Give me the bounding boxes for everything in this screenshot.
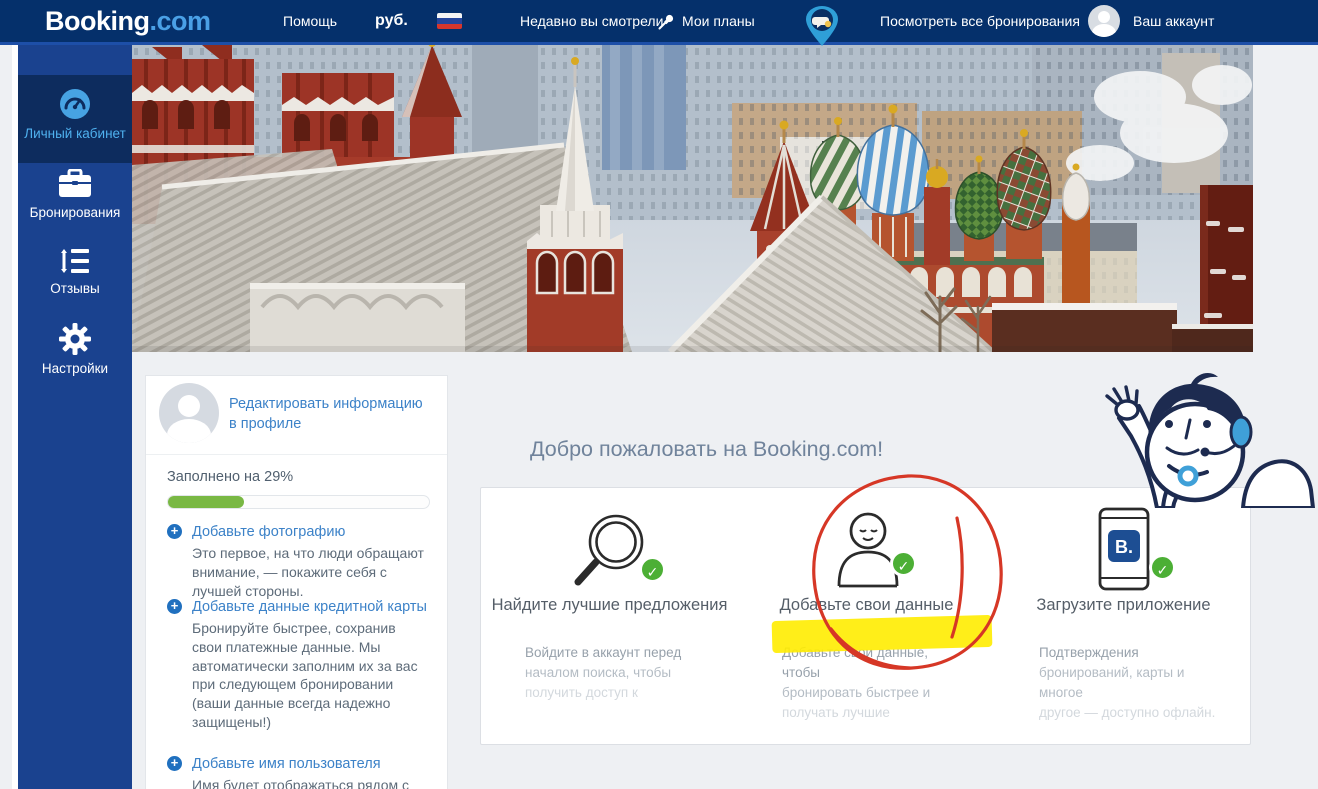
check-badge-icon: ✓ (1149, 554, 1176, 581)
checklist-item-photo: + Добавьте фотографию Это первое, на что… (167, 523, 429, 600)
sidebar-item-label: Личный кабинет (18, 126, 132, 142)
plus-icon: + (167, 599, 182, 614)
welcome-column-description: Войдите в аккаунт перед началом поиска, … (525, 643, 710, 703)
sidebar-item-dashboard[interactable]: Личный кабинет (18, 75, 132, 163)
checklist-item-description: Имя будет отображаться рядом с (192, 776, 429, 789)
nav-help-link[interactable]: Помощь (283, 0, 337, 42)
sidebar-item-bookings[interactable]: Бронирования (18, 169, 132, 221)
support-mascot-character (1105, 360, 1317, 508)
check-badge-icon: ✓ (639, 556, 666, 583)
left-sidebar: Личный кабинет Бронирования Отзывы (18, 45, 132, 789)
sidebar-item-label: Настройки (18, 361, 132, 377)
nav-account-label: Ваш аккаунт (1133, 13, 1214, 29)
nav-my-plans[interactable]: Мои планы (658, 0, 755, 42)
messages-pin-icon[interactable] (803, 5, 841, 52)
nav-recently-viewed[interactable]: Недавно вы смотрели (520, 0, 663, 42)
phone-app-icon: B. (995, 504, 1252, 599)
plus-icon: + (167, 524, 182, 539)
checklist-item-title[interactable]: Добавьте фотографию (192, 523, 429, 541)
dashboard-gauge-icon (59, 88, 91, 120)
app-badge-letter: B. (1115, 537, 1133, 557)
checklist-item-description: Это первое, на что люди обращают внимани… (192, 544, 429, 600)
gear-icon (59, 323, 91, 355)
check-badge-icon: ✓ (890, 550, 917, 577)
top-navbar: Booking.com Помощь руб. Недавно вы смотр… (0, 0, 1318, 45)
logo-text-com: .com (150, 6, 211, 37)
checklist-item-title[interactable]: Добавьте имя пользователя (192, 755, 429, 773)
completeness-label: Заполнено на 29% (167, 469, 293, 485)
welcome-heading: Добро пожаловать на Booking.com! (530, 437, 883, 462)
welcome-column-title[interactable]: Загрузите приложение (995, 596, 1252, 615)
sidebar-item-label: Бронирования (18, 205, 132, 221)
booking-logo[interactable]: Booking.com (45, 0, 211, 42)
pushpin-icon (658, 13, 675, 30)
nav-account[interactable]: Ваш аккаунт (1088, 0, 1214, 42)
completeness-progress-bar (167, 495, 430, 509)
reviews-list-icon (59, 247, 91, 275)
magnifier-icon (481, 504, 738, 599)
sidebar-item-reviews[interactable]: Отзывы (18, 247, 132, 297)
sidebar-item-label: Отзывы (18, 281, 132, 297)
welcome-column-description: Подтверждения бронирований, карты и мног… (1039, 643, 1224, 723)
nav-view-all-bookings[interactable]: Посмотреть все бронирования (880, 0, 1080, 42)
plus-icon: + (167, 756, 182, 771)
welcome-column-description: Добавьте свои данные, чтобы бронировать … (782, 643, 967, 723)
completeness-progress-fill (168, 496, 244, 508)
nav-currency-selector[interactable]: руб. (375, 0, 408, 42)
logo-text-booking: Booking (45, 6, 150, 37)
nav-my-plans-label: Мои планы (682, 13, 755, 29)
edit-profile-link[interactable]: Редактировать информацию в профиле (229, 394, 429, 434)
profile-completeness-section: Заполнено на 29% + Добавьте фотографию Э… (146, 454, 447, 455)
account-avatar (1088, 5, 1120, 37)
checklist-item-description: Бронируйте быстрее, сохранив свои платеж… (192, 619, 429, 732)
checklist-item-title[interactable]: Добавьте данные кредитной карты (192, 598, 429, 616)
suitcase-icon (57, 169, 93, 199)
welcome-column-title[interactable]: Найдите лучшие предложения (481, 596, 738, 615)
person-icon (738, 504, 995, 599)
welcome-card: ✓ Найдите лучшие предложения Войдите в а… (480, 487, 1251, 745)
welcome-column-add-details[interactable]: ✓ Добавьте свои данные Добавьте свои дан… (738, 488, 995, 744)
booking-account-page: Booking.com Помощь руб. Недавно вы смотр… (0, 0, 1318, 789)
russian-flag-icon[interactable] (437, 13, 462, 29)
checklist-item-credit-card: + Добавьте данные кредитной карты Бронир… (167, 598, 429, 732)
hero-image-moscow-red-square (132, 45, 1253, 352)
sidebar-item-settings[interactable]: Настройки (18, 323, 132, 377)
welcome-column-download-app[interactable]: B. ✓ Загрузите приложение Подтверждения … (995, 488, 1252, 744)
welcome-column-title[interactable]: Добавьте свои данные (738, 596, 995, 615)
profile-card: Редактировать информацию в профиле Запол… (145, 375, 448, 789)
welcome-column-find-deals[interactable]: ✓ Найдите лучшие предложения Войдите в а… (481, 488, 738, 744)
profile-avatar[interactable] (159, 383, 219, 443)
checklist-item-username: + Добавьте имя пользователя Имя будет от… (167, 755, 429, 789)
